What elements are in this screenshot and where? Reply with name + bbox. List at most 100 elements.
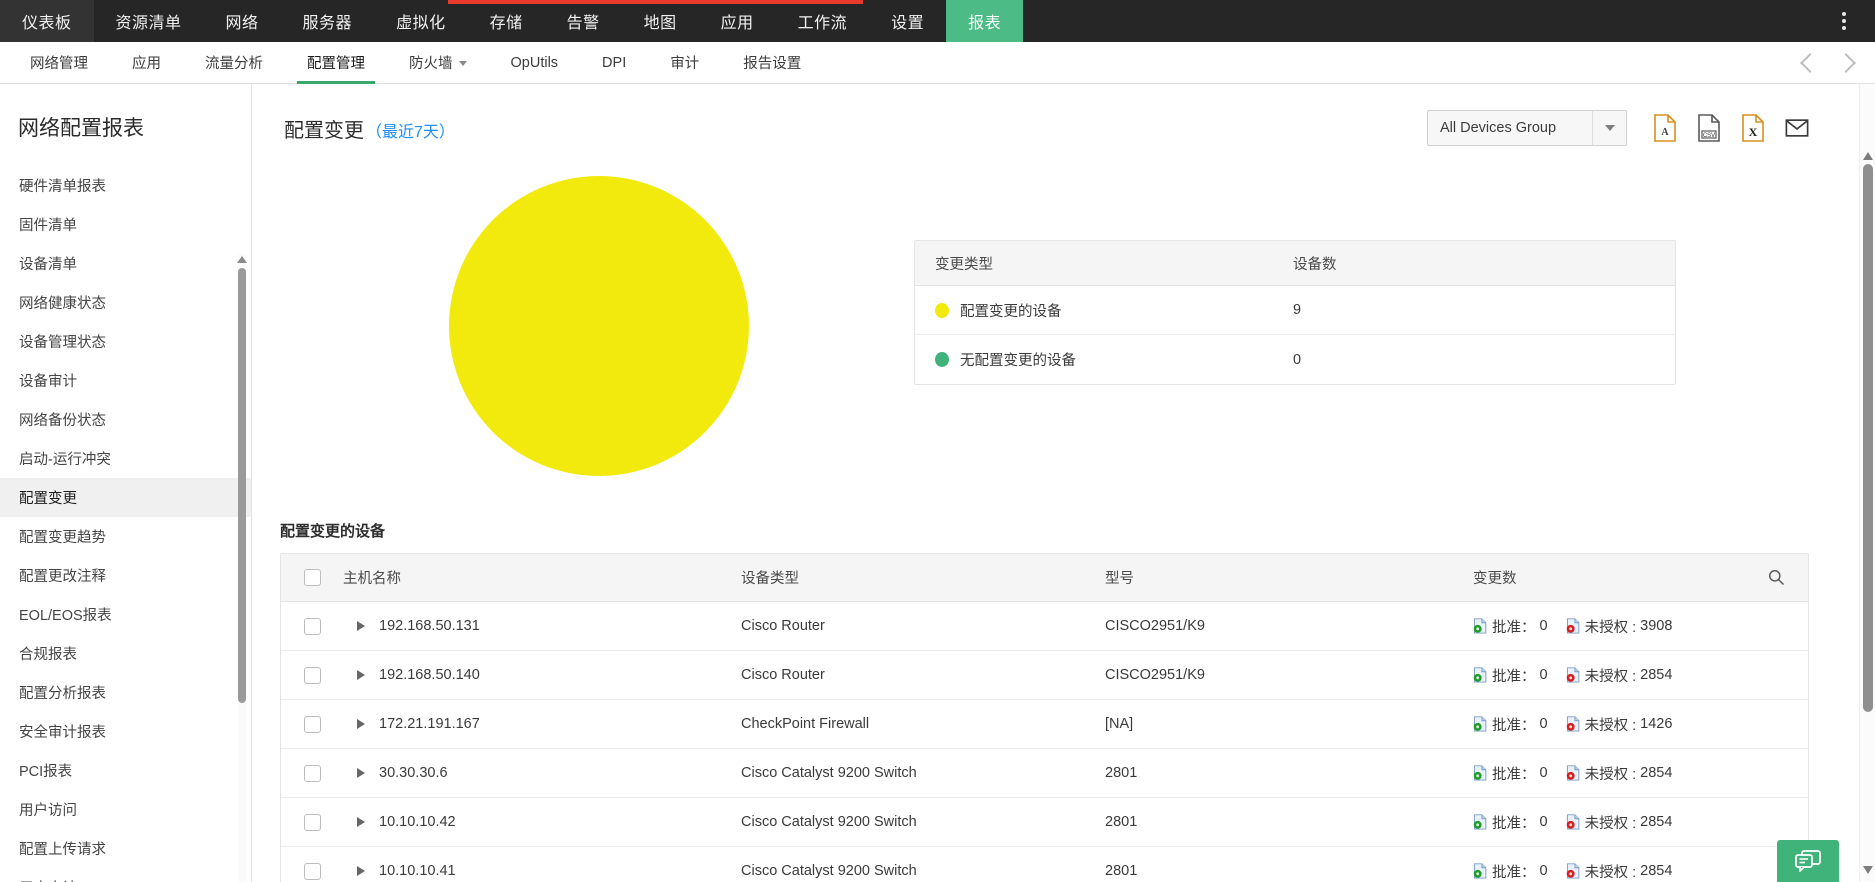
subnav-item-7[interactable]: 审计 xyxy=(648,42,721,83)
unauthorized-group: 未授权 :2854 xyxy=(1566,763,1672,784)
topnav-item-0[interactable]: 仪表板 xyxy=(0,0,94,42)
subnav-item-4[interactable]: 防火墙 xyxy=(387,42,489,83)
sidebar-item-4[interactable]: 设备管理状态 xyxy=(0,322,251,361)
sidebar-item-15[interactable]: PCI报表 xyxy=(0,751,251,790)
sidebar-item-0[interactable]: 硬件清单报表 xyxy=(0,166,251,205)
expand-row-icon[interactable] xyxy=(357,866,365,876)
expand-row-icon[interactable] xyxy=(357,670,365,680)
pie-slice-config-changed[interactable] xyxy=(449,176,749,476)
col-device-type[interactable]: 设备类型 xyxy=(741,567,1105,588)
subnav-item-2[interactable]: 流量分析 xyxy=(183,42,285,83)
row-checkbox[interactable] xyxy=(303,813,321,831)
sidebar-item-6[interactable]: 网络备份状态 xyxy=(0,400,251,439)
col-change-count[interactable]: 变更数 xyxy=(1473,567,1744,588)
sidebar-item-3[interactable]: 网络健康状态 xyxy=(0,283,251,322)
row-checkbox[interactable] xyxy=(303,862,321,880)
subnav-item-0[interactable]: 网络管理 xyxy=(8,42,110,83)
row-checkbox[interactable] xyxy=(303,764,321,782)
table-row[interactable]: 10.10.10.42 Cisco Catalyst 9200 Switch 280… xyxy=(281,798,1808,847)
col-host-name[interactable]: 主机名称 xyxy=(343,567,741,588)
expand-row-icon[interactable] xyxy=(357,768,365,778)
row-checkbox-cell xyxy=(281,862,343,880)
sidebar-item-5[interactable]: 设备审计 xyxy=(0,361,251,400)
topnav-item-7[interactable]: 地图 xyxy=(622,0,699,42)
table-row[interactable]: 10.10.10.41 Cisco Catalyst 9200 Switch 280… xyxy=(281,847,1808,882)
sidebar-scroll-up-icon[interactable] xyxy=(237,256,247,263)
row-checkbox[interactable] xyxy=(303,617,321,635)
chevron-left-icon[interactable] xyxy=(1800,52,1820,73)
sidebar-item-1[interactable]: 固件清单 xyxy=(0,205,251,244)
secondary-navbar: 网络管理 应用 流量分析 配置管理 防火墙 OpUtils DPI 审计 报告设置 xyxy=(0,42,1875,84)
email-report-icon[interactable] xyxy=(1785,114,1809,142)
subnav-item-1[interactable]: 应用 xyxy=(110,42,183,83)
main-scroll-down-icon[interactable] xyxy=(1863,866,1873,874)
chat-support-button[interactable] xyxy=(1777,840,1839,882)
topnav-item-8[interactable]: 应用 xyxy=(699,0,776,42)
sidebar-item-12[interactable]: 合规报表 xyxy=(0,634,251,673)
chart-section: 变更类型 设备数 配置变更的设备 9 无配置变更的设备 0 xyxy=(252,166,1855,476)
chevron-down-icon[interactable] xyxy=(1592,111,1626,145)
cell-device-type: Cisco Router xyxy=(741,667,825,683)
summary-row: 无配置变更的设备 0 xyxy=(915,335,1675,384)
chevron-right-icon[interactable] xyxy=(1836,52,1856,73)
body-wrapper: 网络配置报表 硬件清单报表 固件清单 设备清单 网络健康状态 设备管理状态 设备审计 网络备… xyxy=(0,84,1875,882)
sidebar-scroll-thumb[interactable] xyxy=(238,268,246,703)
export-csv-icon[interactable]: CSV xyxy=(1697,114,1721,142)
expand-row-icon[interactable] xyxy=(357,817,365,827)
main-scroll-thumb[interactable] xyxy=(1863,164,1873,712)
subnav-item-6[interactable]: DPI xyxy=(580,42,648,83)
sidebar-item-2[interactable]: 设备清单 xyxy=(0,244,251,283)
chevron-down-icon[interactable] xyxy=(458,61,467,66)
topnav-item-10[interactable]: 设置 xyxy=(869,0,946,42)
unauthorized-group: 未授权 :2854 xyxy=(1566,812,1672,833)
sidebar-item-17[interactable]: 配置上传请求 xyxy=(0,829,251,868)
sidebar-item-8[interactable]: 配置变更 xyxy=(0,478,251,517)
topnav-item-3[interactable]: 服务器 xyxy=(281,0,375,42)
device-group-dropdown[interactable]: All Devices Group xyxy=(1427,110,1627,146)
topnav-item-1[interactable]: 资源清单 xyxy=(94,0,204,42)
search-icon[interactable] xyxy=(1744,569,1808,586)
unauthorized-label: 未授权 : xyxy=(1584,619,1637,636)
change-type-summary-table: 变更类型 设备数 配置变更的设备 9 无配置变更的设备 0 xyxy=(914,240,1676,385)
col-model[interactable]: 型号 xyxy=(1105,567,1473,588)
sidebar-item-16[interactable]: 用户访问 xyxy=(0,790,251,829)
approved-value: 0 xyxy=(1539,667,1548,683)
topnav-item-4[interactable]: 虚拟化 xyxy=(374,0,468,42)
topnav-item-2[interactable]: 网络 xyxy=(204,0,281,42)
kebab-menu-icon[interactable] xyxy=(1825,0,1863,42)
export-excel-icon[interactable]: X xyxy=(1741,114,1765,142)
table-row[interactable]: 192.168.50.131 Cisco Router CISCO2951/K9 批准… xyxy=(281,602,1808,651)
expand-row-icon[interactable] xyxy=(357,719,365,729)
unauthorized-doc-icon xyxy=(1566,863,1579,879)
select-all-checkbox[interactable] xyxy=(303,569,321,586)
subnav-item-5[interactable]: OpUtils xyxy=(489,42,581,83)
row-checkbox[interactable] xyxy=(303,715,321,733)
sidebar-item-9[interactable]: 配置变更趋势 xyxy=(0,517,251,556)
table-row[interactable]: 172.21.191.167 CheckPoint Firewall [NA] 批准：… xyxy=(281,700,1808,749)
main-scroll-up-icon[interactable] xyxy=(1863,152,1873,160)
sidebar-item-13[interactable]: 配置分析报表 xyxy=(0,673,251,712)
sidebar-item-18[interactable]: 用户审计 xyxy=(0,868,251,882)
summary-type-label: 配置变更的设备 xyxy=(960,303,1062,320)
unauthorized-label: 未授权 : xyxy=(1584,717,1637,734)
sidebar-item-14[interactable]: 安全审计报表 xyxy=(0,712,251,751)
sidebar-item-10[interactable]: 配置更改注释 xyxy=(0,556,251,595)
unauthorized-doc-icon xyxy=(1566,765,1579,781)
topnav-item-11[interactable]: 报表 xyxy=(946,0,1024,42)
topnav-item-6[interactable]: 告警 xyxy=(545,0,622,42)
topnav-item-9[interactable]: 工作流 xyxy=(776,0,870,42)
devices-table: 主机名称 设备类型 型号 变更数 192.168.50.131 Cisco Rou… xyxy=(280,553,1809,882)
subnav-item-3[interactable]: 配置管理 xyxy=(285,42,387,84)
sidebar-item-7[interactable]: 启动-运行冲突 xyxy=(0,439,251,478)
sidebar-scrollbar[interactable] xyxy=(237,254,247,882)
sidebar-item-11[interactable]: EOL/EOS报表 xyxy=(0,595,251,634)
export-pdf-icon[interactable]: A xyxy=(1653,114,1677,142)
row-checkbox[interactable] xyxy=(303,666,321,684)
main-scrollbar[interactable] xyxy=(1859,84,1875,882)
table-row[interactable]: 30.30.30.6 Cisco Catalyst 9200 Switch 2801… xyxy=(281,749,1808,798)
subnav-item-8[interactable]: 报告设置 xyxy=(721,42,823,83)
topnav-item-5[interactable]: 存储 xyxy=(468,0,545,42)
expand-row-icon[interactable] xyxy=(357,621,365,631)
unauthorized-label: 未授权 : xyxy=(1584,864,1637,881)
table-row[interactable]: 192.168.50.140 Cisco Router CISCO2951/K9 批准… xyxy=(281,651,1808,700)
